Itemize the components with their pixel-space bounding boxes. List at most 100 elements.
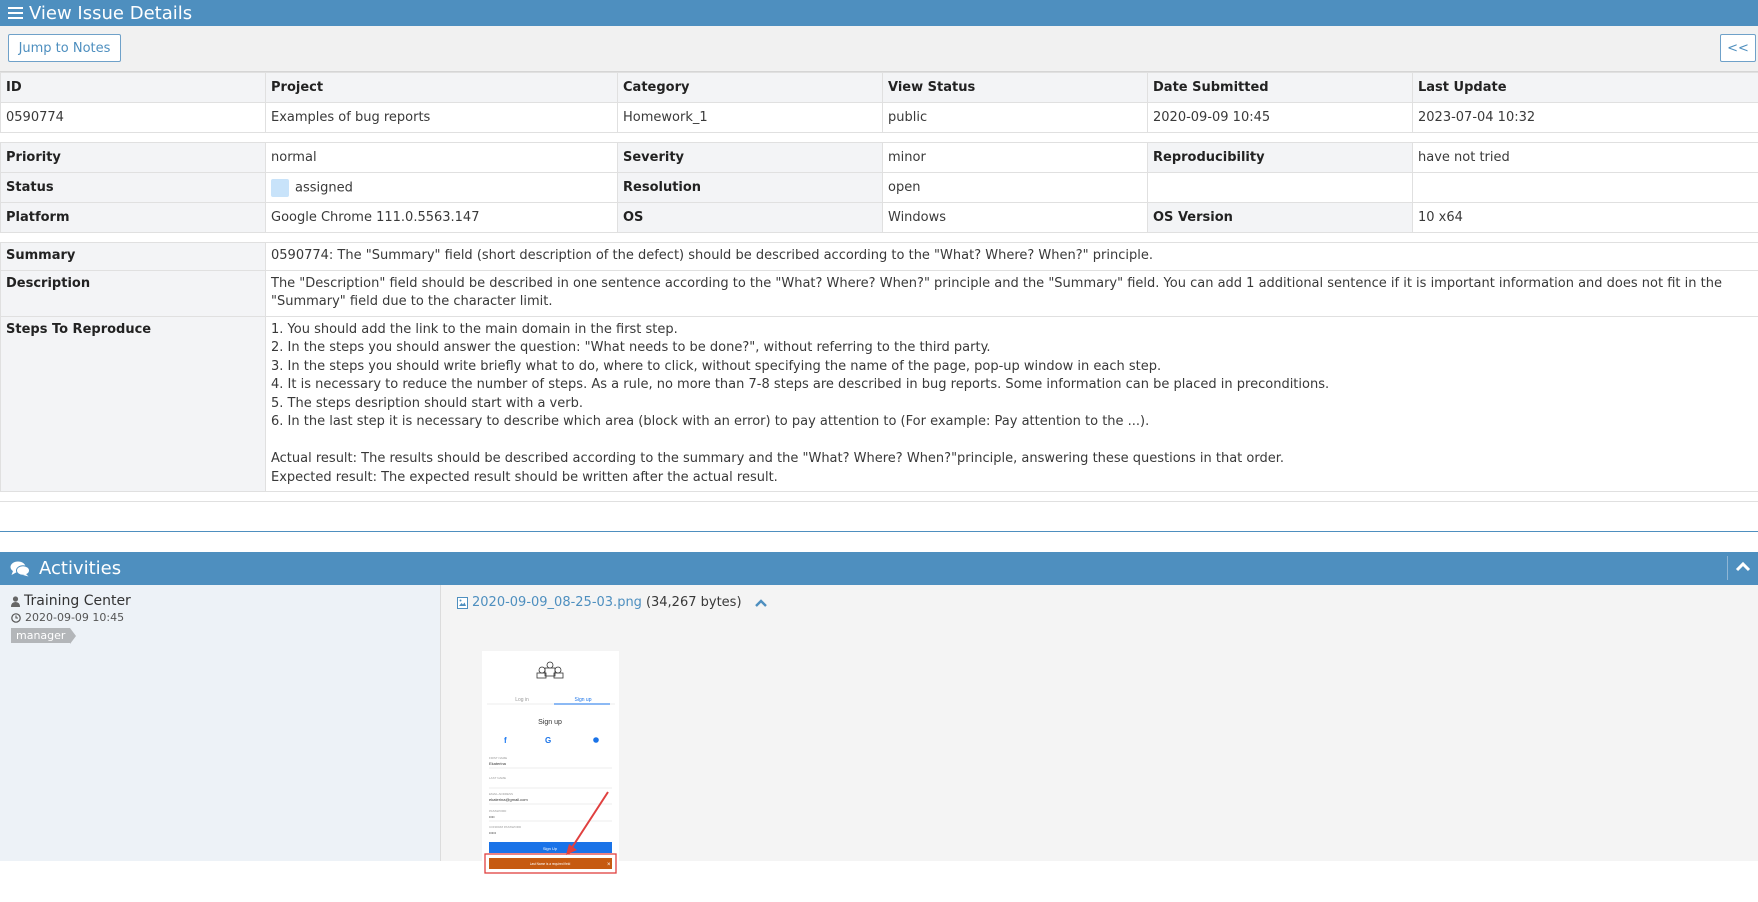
thumb-field3-value: ekaterina@gmail.com	[489, 797, 528, 802]
severity-label: Severity	[617, 142, 883, 173]
attachment: 2020-09-09_08-25-03.png (34,267 bytes)	[457, 595, 1758, 610]
resolution-label: Resolution	[617, 172, 883, 203]
reproducibility-value: have not tried	[1412, 142, 1758, 173]
step-line: 3. In the steps you should write briefly…	[271, 358, 1162, 374]
timestamp-text: 2020-09-09 10:45	[25, 611, 125, 624]
activity-timestamp: 2020-09-09 10:45	[11, 611, 440, 624]
project-header: Project	[265, 72, 618, 103]
issue-details-table: Priority normal Severity minor Reproduci…	[0, 142, 1758, 233]
thumbnail-image: Log in Sign up Sign up f G FIRST NAME Ek…	[482, 651, 619, 902]
jump-to-notes-button[interactable]: Jump to Notes	[8, 34, 121, 62]
activity-item: Training Center 2020-09-09 10:45 manager…	[0, 585, 1758, 861]
page-title: View Issue Details	[29, 2, 193, 24]
category-value: Homework_1	[617, 102, 883, 133]
category-header: Category	[617, 72, 883, 103]
activities-header: Activities	[0, 552, 1758, 585]
toolbar: Jump to Notes <<	[0, 26, 1758, 72]
thumb-error-text: Last Name is a required field	[530, 862, 571, 866]
id-header: ID	[0, 72, 266, 103]
empty-row	[0, 501, 1758, 531]
activities-title: Activities	[39, 558, 122, 579]
thumb-field1-label: FIRST NAME	[489, 756, 507, 760]
user-icon	[11, 595, 20, 607]
thumb-field5-value: •••••	[489, 830, 497, 835]
step-line: 2. In the steps you should answer the qu…	[271, 340, 991, 355]
step-line	[271, 432, 1753, 451]
os-label: OS	[617, 202, 883, 233]
status-value: assigned	[295, 180, 353, 195]
comments-icon	[10, 561, 30, 576]
status-label: Status	[0, 172, 266, 203]
description-value: The "Description" field should be descri…	[265, 269, 1758, 317]
thumb-field4-value: ••••	[489, 814, 495, 819]
thumb-field1-value: Ekaterina	[489, 761, 507, 766]
google-icon: G	[545, 736, 551, 745]
author: Training Center	[11, 593, 440, 609]
reproducibility-label: Reproducibility	[1147, 142, 1413, 173]
last-update-value: 2023-07-04 10:32	[1412, 102, 1758, 133]
os-version-value: 10 x64	[1412, 202, 1758, 233]
issue-fields-table: ID Project Category View Status Date Sub…	[0, 72, 1758, 133]
thumb-tab-signup: Sign up	[575, 697, 592, 703]
resolution-value: open	[882, 172, 1148, 203]
expected-result: Expected result: The expected result sho…	[271, 469, 778, 485]
empty-cell	[1147, 172, 1413, 203]
thumb-error-close: ×	[607, 862, 611, 868]
role-badge: manager	[11, 628, 77, 644]
view-status-header: View Status	[882, 72, 1148, 103]
severity-value: minor	[882, 142, 1148, 173]
thumb-field4-label: PASSWORD	[489, 809, 507, 813]
date-submitted-value: 2020-09-09 10:45	[1147, 102, 1413, 133]
platform-value: Google Chrome 111.0.5563.147	[265, 202, 618, 233]
os-value: Windows	[882, 202, 1148, 233]
description-label: Description	[0, 269, 266, 317]
chevron-up-icon[interactable]	[754, 598, 768, 608]
last-update-header: Last Update	[1412, 72, 1758, 103]
id-value: 0590774	[0, 102, 266, 133]
spacer	[0, 133, 1758, 142]
thumb-tab-login: Log in	[515, 697, 529, 703]
clock-icon	[11, 612, 21, 623]
empty-cell	[1412, 172, 1758, 203]
thumb-signup-button: Sign Up	[543, 846, 558, 851]
chevron-up-icon[interactable]	[1734, 558, 1752, 576]
thumb-field5-label: CONFIRM PASSWORD	[489, 825, 522, 829]
platform-label: Platform	[0, 202, 266, 233]
thumb-field3-label: EMAIL ADDRESS	[489, 792, 513, 796]
priority-label: Priority	[0, 142, 266, 173]
summary-value: 0590774: The "Summary" field (short desc…	[265, 242, 1758, 271]
date-submitted-header: Date Submitted	[1147, 72, 1413, 103]
os-version-label: OS Version	[1147, 202, 1413, 233]
priority-value: normal	[265, 142, 618, 173]
attachment-thumbnail[interactable]: Log in Sign up Sign up f G FIRST NAME Ek…	[482, 651, 619, 902]
status-cell: assigned	[265, 172, 618, 203]
step-line: 6. In the last step it is necessary to d…	[271, 414, 1150, 429]
status-swatch	[271, 178, 289, 197]
issue-info-table: Summary 0590774: The "Summary" field (sh…	[0, 242, 1758, 492]
menu-icon	[8, 4, 23, 22]
spacer	[0, 233, 1758, 242]
activity-author: Training Center 2020-09-09 10:45 manager	[0, 585, 441, 861]
attachment-size: (34,267 bytes)	[645, 595, 742, 610]
activity-content: 2020-09-09_08-25-03.png (34,267 bytes)	[441, 585, 1758, 861]
view-status-value: public	[882, 102, 1148, 133]
image-file-icon	[457, 596, 468, 609]
actual-result: Actual result: The results should be des…	[271, 451, 1284, 466]
collapse-button[interactable]: <<	[1720, 34, 1756, 62]
page-header: View Issue Details	[0, 0, 1758, 26]
step-line: 5. The steps desription should start wit…	[271, 395, 583, 411]
project-value: Examples of bug reports	[265, 102, 618, 133]
thumb-field2-label: LAST NAME	[489, 776, 506, 780]
step-line: 1. You should add the link to the main d…	[271, 321, 678, 337]
summary-label: Summary	[0, 242, 266, 271]
author-name[interactable]: Training Center	[24, 593, 131, 609]
attachment-link[interactable]: 2020-09-09_08-25-03.png	[472, 595, 642, 610]
steps-value: 1. You should add the link to the main d…	[265, 315, 1758, 492]
separator	[1727, 556, 1728, 580]
facebook-icon: f	[504, 736, 507, 745]
step-line: 4. It is necessary to reduce the number …	[271, 377, 1330, 392]
apple-icon	[593, 737, 599, 743]
steps-label: Steps To Reproduce	[0, 315, 266, 492]
